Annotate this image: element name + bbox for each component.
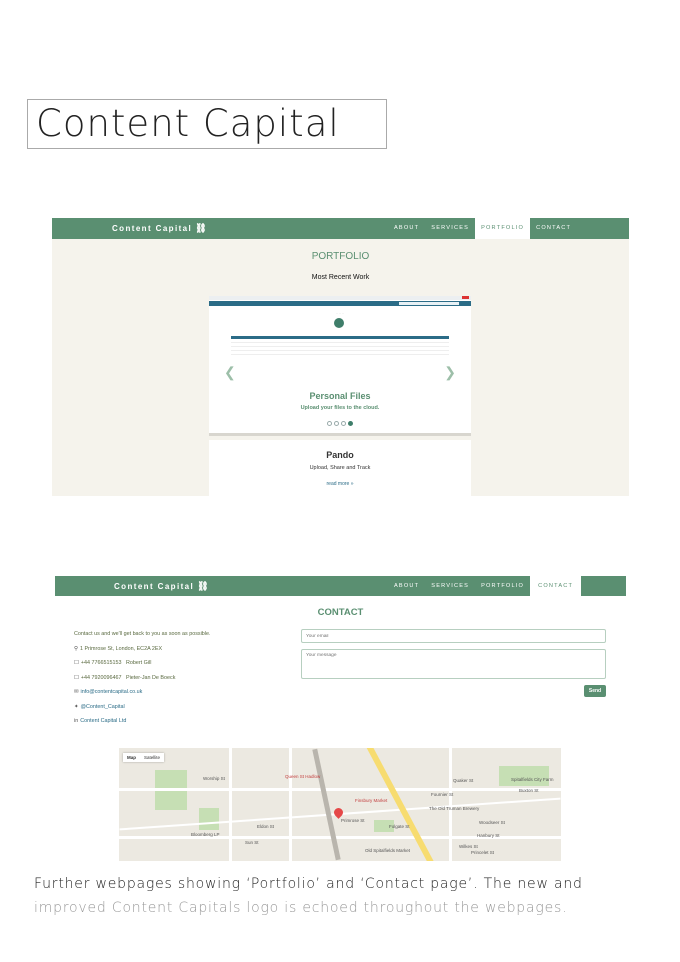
email-line: ✉ info@contentcapital.co.uk	[74, 689, 142, 695]
map-label: Wilkes St	[459, 844, 478, 849]
nav-portfolio[interactable]: PORTFOLIO	[475, 218, 531, 239]
page-title: Content Capital	[36, 102, 340, 145]
envelope-icon: ✉	[74, 689, 79, 695]
email-field[interactable]	[301, 629, 606, 643]
map-road	[229, 748, 232, 861]
caption-line-2: improved Content Capitals logo is echoed…	[34, 900, 568, 916]
map-road	[289, 748, 292, 861]
phone-icon: ☐	[74, 675, 79, 681]
linkedin-icon: in	[74, 718, 79, 724]
message-field[interactable]	[301, 649, 606, 679]
portfolio-subheading: Most Recent Work	[311, 274, 370, 281]
map-label: Eldon St	[257, 824, 275, 829]
nav-menu: ABOUT SERVICES PORTFOLIO CONTACT	[388, 218, 577, 239]
portfolio-screenshot: Content Capital ⛓ ABOUT SERVICES PORTFOLI…	[52, 218, 629, 496]
location-map[interactable]: Map Satellite Worship St Queen St Hadlow…	[119, 748, 561, 861]
map-type-toggle: Map Satellite	[123, 753, 165, 762]
map-label: Hanbury St	[477, 833, 500, 838]
slide-search-box	[399, 302, 459, 305]
phone-icon: ☐	[74, 660, 79, 666]
nav-services[interactable]: SERVICES	[425, 576, 475, 596]
address-line: ⚲ 1 Primrose St, London, EC2A 2EX	[74, 646, 163, 652]
map-marker-icon[interactable]	[332, 806, 345, 819]
nav-portfolio[interactable]: PORTFOLIO	[475, 576, 530, 596]
linkedin-line: in Content Capital Ltd	[74, 718, 126, 724]
navbar: Content Capital ⛓ ABOUT SERVICES PORTFOLI…	[52, 218, 629, 239]
nav-about[interactable]: ABOUT	[388, 576, 425, 596]
map-major-road	[366, 748, 438, 861]
nav-contact[interactable]: CONTACT	[530, 576, 582, 596]
slider-dots	[209, 421, 471, 426]
map-label: The Old Truman Brewery	[429, 806, 480, 811]
read-more-link[interactable]: read more »	[209, 481, 471, 487]
map-tab-satellite[interactable]: Satellite	[140, 753, 164, 762]
map-label: Buxton St	[519, 788, 539, 793]
navbar: Content Capital ⛓ ABOUT SERVICES PORTFOLI…	[55, 576, 626, 596]
link-icon: ⛓	[195, 223, 208, 233]
map-pin-icon: ⚲	[74, 646, 78, 652]
slider-dot[interactable]	[327, 421, 332, 426]
chevron-left-icon[interactable]: ❮	[224, 364, 236, 381]
nav-services[interactable]: SERVICES	[425, 218, 475, 239]
map-label: Folgate St	[389, 824, 410, 829]
slide-app-header	[209, 301, 471, 306]
map-road	[119, 788, 561, 791]
site-logo[interactable]: Content Capital ⛓	[114, 581, 210, 592]
project-description: Upload, Share and Track	[309, 465, 371, 471]
twitter-link[interactable]: @Content_Capital	[81, 704, 125, 710]
slide-footer: · · · · · · · ·	[335, 429, 345, 431]
map-label: Primrose St	[341, 818, 365, 823]
site-logo[interactable]: Content Capital ⛓	[112, 223, 208, 234]
linkedin-link[interactable]: Content Capital Ltd	[80, 718, 126, 724]
twitter-line: ✦ @Content_Capital	[74, 704, 125, 710]
slide-mini-table	[231, 336, 449, 355]
nav-menu: ABOUT SERVICES PORTFOLIO CONTACT	[388, 576, 582, 596]
map-label: Old Spitalfields Market	[365, 848, 411, 853]
slider-dot-active[interactable]	[348, 421, 353, 426]
map-label: Finsbury Market	[355, 798, 388, 803]
chevron-right-icon[interactable]: ❯	[444, 364, 456, 381]
caption-line-1: Further webpages showing ‘Portfolio’ and…	[34, 876, 583, 892]
slider-dot[interactable]	[341, 421, 346, 426]
slider-dot[interactable]	[334, 421, 339, 426]
contact-screenshot: Content Capital ⛓ ABOUT SERVICES PORTFOLI…	[55, 576, 626, 736]
map-label: Spitalfields City Farm	[511, 777, 554, 782]
map-label: Queen St Hadlow	[285, 774, 321, 779]
portfolio-heading: PORTFOLIO	[311, 251, 370, 262]
contact-heading: CONTACT	[317, 607, 364, 618]
project-card: Pando Upload, Share and Track read more …	[209, 440, 471, 496]
map-label: Worship St	[203, 776, 225, 781]
map-label: Sun St	[245, 840, 259, 845]
slide-description: Upload your files to the cloud.	[300, 405, 380, 411]
slide-close-icon	[462, 296, 469, 299]
phone-line: ☐ +44 7920096467 Pieter-Jan De Boeck	[74, 675, 176, 681]
map-label: Quaker St	[453, 778, 474, 783]
nav-contact[interactable]: CONTACT	[530, 218, 577, 239]
map-park	[199, 808, 219, 830]
phone-line: ☐ +44 7766515153 Robert Gill	[74, 660, 152, 666]
map-label: Woodseer St	[479, 820, 505, 825]
email-link[interactable]: info@contentcapital.co.uk	[81, 689, 143, 695]
project-title: Pando	[326, 450, 354, 460]
portfolio-slider: · · · · · · ❮ ❯ Personal Files Upload yo…	[209, 296, 471, 436]
table-row	[231, 351, 449, 355]
map-label: Fournier St	[431, 792, 454, 797]
slide-mini-text: · · · · · ·	[335, 312, 345, 315]
link-icon: ⛓	[197, 581, 210, 591]
map-park	[499, 766, 549, 786]
send-button[interactable]: Send	[584, 685, 606, 697]
slide-avatar	[334, 318, 344, 328]
twitter-icon: ✦	[74, 704, 79, 710]
title-frame: Content Capital	[27, 99, 387, 149]
map-label: Bloomberg LP	[191, 832, 220, 837]
nav-about[interactable]: ABOUT	[388, 218, 425, 239]
map-railway	[312, 748, 341, 861]
map-tab-map[interactable]: Map	[123, 753, 140, 762]
map-label: Princelet St	[471, 850, 495, 855]
slide-browser-chrome	[209, 296, 471, 300]
contact-intro: Contact us and we'll get back to you as …	[74, 631, 211, 637]
slide-title: Personal Files	[309, 391, 371, 401]
